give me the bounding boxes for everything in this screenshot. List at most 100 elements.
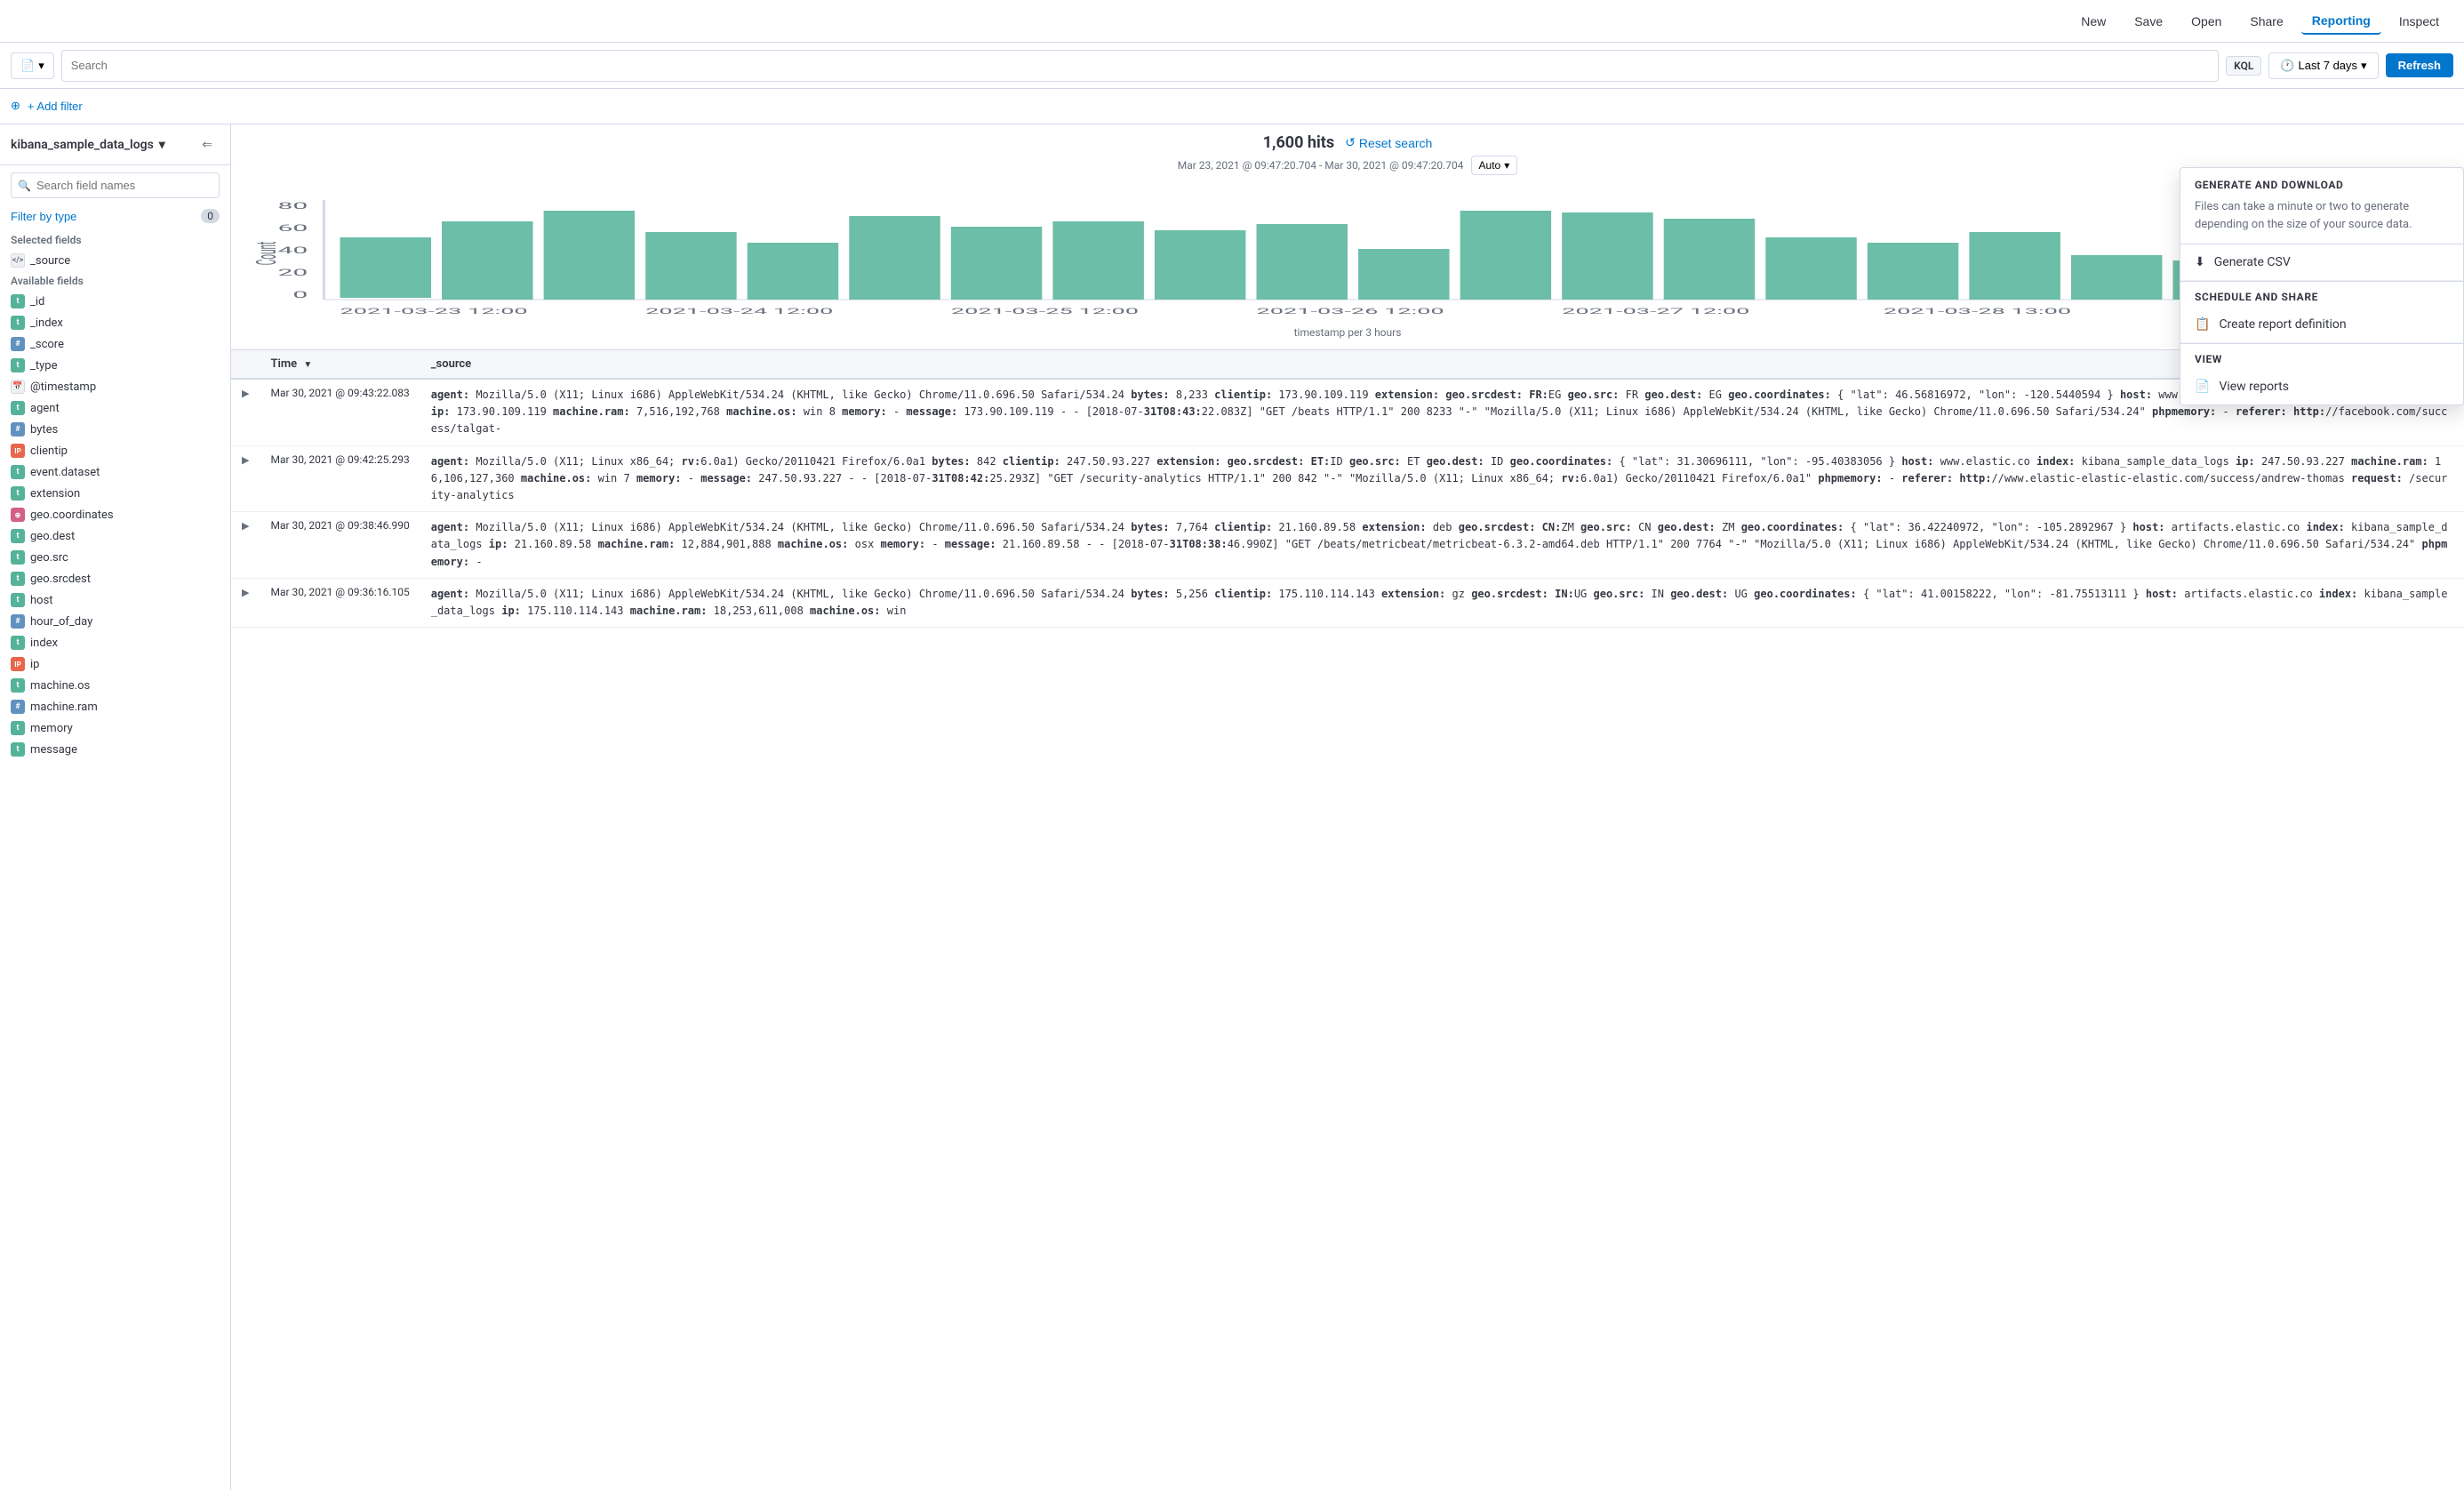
search-bar-row: 📄 ▾ KQL 🕐 Last 7 days ▾ Refresh — [0, 43, 2464, 89]
field-item-id[interactable]: t _id — [0, 291, 230, 312]
field-item-extension[interactable]: t extension — [0, 483, 230, 504]
generate-csv-item[interactable]: ⬇ Generate CSV — [2180, 244, 2463, 281]
selected-fields-label: Selected fields — [0, 230, 230, 250]
field-item-type[interactable]: t _type — [0, 355, 230, 376]
field-name: geo.dest — [30, 530, 75, 543]
kql-badge[interactable]: KQL — [2226, 56, 2261, 76]
expand-row-button[interactable]: ▶ — [242, 520, 249, 532]
time-label: Last 7 days — [2299, 59, 2358, 72]
table-row: ▶ Mar 30, 2021 @ 09:38:46.990 agent: Moz… — [231, 512, 2464, 579]
field-name: clientip — [30, 445, 68, 458]
field-name: geo.srcdest — [30, 573, 91, 586]
search-type-button[interactable]: 📄 ▾ — [11, 52, 54, 79]
field-item-ip[interactable]: IP ip — [0, 653, 230, 675]
field-type-t-icon: t — [11, 358, 25, 372]
reset-search-label: Reset search — [1359, 136, 1432, 150]
field-name: machine.ram — [30, 701, 98, 714]
calendar-icon: 📋 — [2195, 317, 2210, 332]
field-item-event-dataset[interactable]: t event.dataset — [0, 461, 230, 483]
expand-row-button[interactable]: ▶ — [242, 454, 249, 466]
add-filter-button[interactable]: + Add filter — [28, 100, 83, 113]
plus-circle-icon: ⊕ — [11, 100, 20, 113]
field-search-input[interactable] — [11, 172, 220, 198]
time-cell: Mar 30, 2021 @ 09:36:16.105 — [260, 578, 420, 627]
field-type-hash-icon: # — [11, 700, 25, 714]
field-item-agent[interactable]: t agent — [0, 397, 230, 419]
field-item-hour-of-day[interactable]: # hour_of_day — [0, 611, 230, 632]
field-type-ip-icon: IP — [11, 444, 25, 458]
share-button[interactable]: Share — [2239, 9, 2293, 34]
time-col-label: Time — [270, 357, 297, 371]
expand-cell: ▶ — [231, 512, 260, 579]
field-type-hash-icon: # — [11, 337, 25, 351]
hits-count: 1,600 hits — [1263, 133, 1334, 152]
field-type-t-icon: t — [11, 636, 25, 650]
save-button[interactable]: Save — [2124, 9, 2173, 34]
field-item-host[interactable]: t host — [0, 589, 230, 611]
expand-row-button[interactable]: ▶ — [242, 587, 249, 598]
filter-by-type-row: Filter by type 0 — [0, 205, 230, 230]
inspect-button[interactable]: Inspect — [2388, 9, 2450, 34]
field-name: event.dataset — [30, 466, 100, 479]
field-type-hash-icon: # — [11, 422, 25, 437]
field-name: _type — [30, 359, 57, 372]
table-row: ▶ Mar 30, 2021 @ 09:42:25.293 agent: Moz… — [231, 445, 2464, 512]
hits-row: 1,600 hits ↺ Reset search — [231, 124, 2464, 156]
svg-text:Count: Count — [252, 242, 283, 265]
field-item-source[interactable]: </> _source — [0, 250, 230, 271]
field-item-geo-coordinates[interactable]: ⊕ geo.coordinates — [0, 504, 230, 525]
results-table-wrapper[interactable]: Time ▼ _source ▶ Mar 30, 2021 @ 09:43:22… — [231, 349, 2464, 1490]
field-item-bytes[interactable]: # bytes — [0, 419, 230, 440]
field-name: agent — [30, 402, 60, 415]
open-button[interactable]: Open — [2180, 9, 2232, 34]
index-pattern-name-label: kibana_sample_data_logs — [11, 138, 154, 152]
field-type-t-icon: t — [11, 294, 25, 308]
svg-text:2021-03-27 12:00: 2021-03-27 12:00 — [1562, 307, 1749, 316]
date-range-text: Mar 23, 2021 @ 09:47:20.704 - Mar 30, 20… — [1178, 159, 1464, 172]
field-item-message[interactable]: t message — [0, 739, 230, 760]
field-type-ip-icon: IP — [11, 657, 25, 671]
field-item-memory[interactable]: t memory — [0, 717, 230, 739]
field-name: message — [30, 743, 77, 757]
field-type-t-icon: t — [11, 721, 25, 735]
source-col-header: _source — [420, 350, 2464, 379]
toggle-sidebar-button[interactable]: ⇐ — [195, 133, 220, 156]
field-type-t-icon: t — [11, 486, 25, 501]
time-cell: Mar 30, 2021 @ 09:43:22.083 — [260, 379, 420, 445]
refresh-button[interactable]: Refresh — [2386, 53, 2453, 77]
auto-button[interactable]: Auto ▾ — [1471, 156, 1518, 175]
field-item-geo-srcdest[interactable]: t geo.srcdest — [0, 568, 230, 589]
sidebar-search: 🔍 — [0, 165, 230, 205]
field-item-timestamp[interactable]: 📅 @timestamp — [0, 376, 230, 397]
field-item-geo-dest[interactable]: t geo.dest — [0, 525, 230, 547]
index-pattern-selector[interactable]: kibana_sample_data_logs ▾ — [11, 138, 165, 152]
refresh-icon: ↺ — [1345, 135, 1356, 150]
field-item-index2[interactable]: t index — [0, 632, 230, 653]
time-col-header[interactable]: Time ▼ — [260, 350, 420, 379]
time-picker-button[interactable]: 🕐 Last 7 days ▾ — [2268, 52, 2378, 79]
available-fields-label: Available fields — [0, 271, 230, 291]
generate-download-desc: Files can take a minute or two to genera… — [2180, 195, 2463, 244]
field-item-index[interactable]: t _index — [0, 312, 230, 333]
filter-by-type-button[interactable]: Filter by type — [11, 210, 76, 223]
field-item-clientip[interactable]: IP clientip — [0, 440, 230, 461]
field-name: ip — [30, 658, 39, 671]
field-item-score[interactable]: # _score — [0, 333, 230, 355]
reporting-button[interactable]: Reporting — [2301, 8, 2381, 35]
svg-text:2021-03-26 12:00: 2021-03-26 12:00 — [1257, 307, 1444, 316]
field-type-cal-icon: 📅 — [11, 380, 25, 394]
field-type-t-icon: t — [11, 678, 25, 693]
expand-row-button[interactable]: ▶ — [242, 388, 249, 399]
download-icon: ⬇ — [2195, 255, 2205, 269]
content-area: 1,600 hits ↺ Reset search Mar 23, 2021 @… — [231, 124, 2464, 1490]
create-report-label: Create report definition — [2219, 317, 2346, 332]
field-item-machine-ram[interactable]: # machine.ram — [0, 696, 230, 717]
field-name: _id — [30, 295, 44, 308]
search-input[interactable] — [71, 59, 2209, 72]
field-item-geo-src[interactable]: t geo.src — [0, 547, 230, 568]
field-item-machine-os[interactable]: t machine.os — [0, 675, 230, 696]
reset-search-button[interactable]: ↺ Reset search — [1345, 135, 1432, 150]
view-reports-item[interactable]: 📄 View reports — [2180, 369, 2463, 405]
new-button[interactable]: New — [2070, 9, 2116, 34]
create-report-item[interactable]: 📋 Create report definition — [2180, 307, 2463, 343]
